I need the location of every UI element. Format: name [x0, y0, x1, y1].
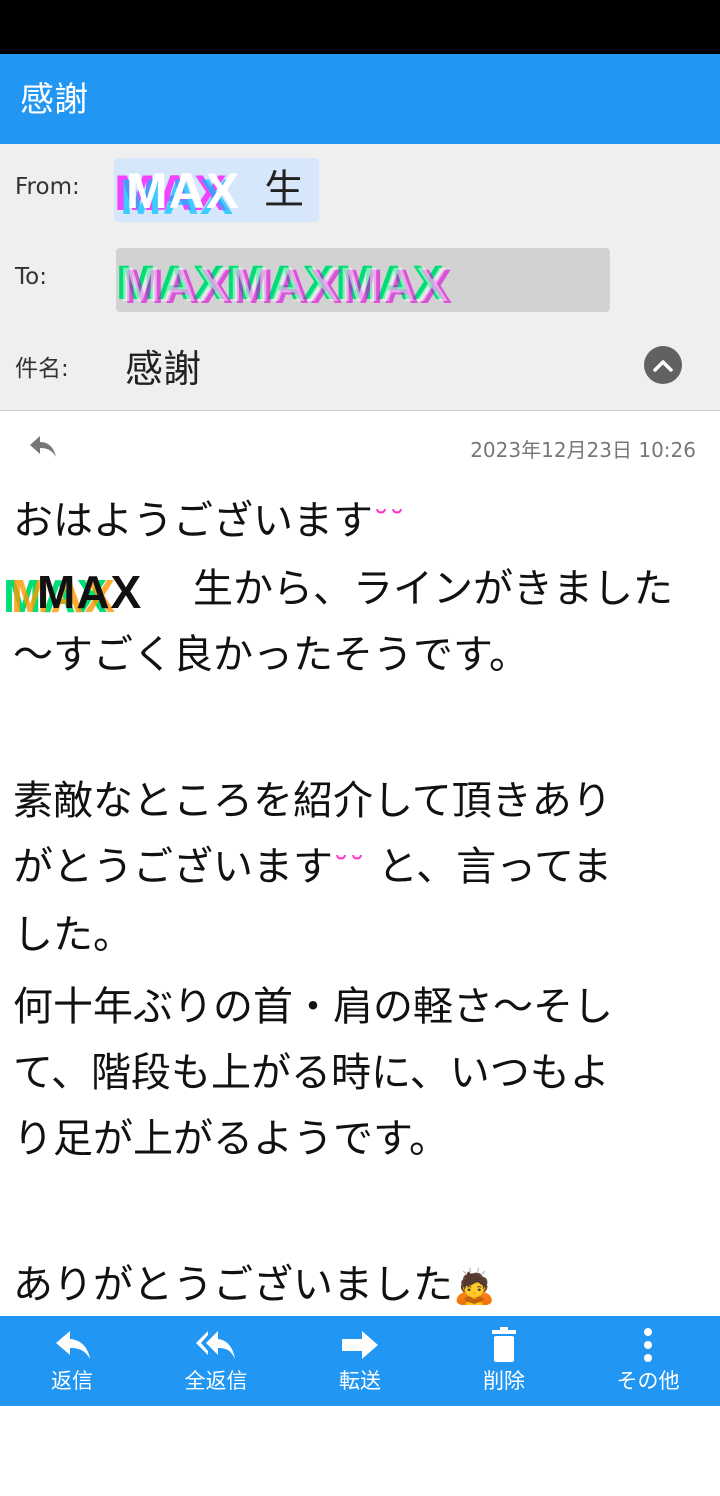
message-body: おはようございます˘˘ MAX MAX MAX 生から、ラインがきました 〜すごく良か… [3, 488, 713, 1320]
page-title: 感謝 [20, 80, 88, 120]
trash-icon [492, 1327, 516, 1362]
bowing-emoji-icon: 🙇 [453, 1267, 496, 1307]
body-line: おはようございます [13, 498, 373, 544]
bottom-action-bar: 返信 全返信 転送 削除 その他 [0, 1316, 720, 1406]
reply-all-label: 全返信 [184, 1369, 248, 1393]
body-line: 生から、ラインがきました [193, 566, 673, 612]
delete-button[interactable]: 削除 [432, 1316, 576, 1406]
from-value: 生 [264, 167, 304, 213]
forward-arrow-icon [342, 1331, 378, 1359]
body-line: り足が上がるようです。 [13, 1116, 449, 1162]
reply-icon [56, 1331, 90, 1359]
body-line: ありがとうございました [13, 1262, 453, 1308]
smile-emoji-icon: ˘˘ [373, 504, 405, 542]
more-button[interactable]: その他 [576, 1316, 720, 1406]
smile-emoji-icon: ˘˘ [333, 850, 365, 888]
name-redaction: MAX MAX MAX [3, 563, 193, 622]
chevron-up-icon [653, 360, 673, 372]
body-line: した。 [13, 912, 133, 958]
message-header: From: 生 MAX MAX MAX To: MAXMAXMAX MAXMAX… [0, 144, 720, 411]
more-label: その他 [616, 1369, 680, 1393]
forward-label: 転送 [339, 1369, 381, 1393]
collapse-header-button[interactable] [644, 346, 682, 384]
body-line: 素敵なところを紹介して頂きあり [13, 778, 612, 824]
reply-all-button[interactable]: 全返信 [144, 1316, 288, 1406]
reply-label: 返信 [51, 1369, 93, 1393]
body-line: と、言ってま [365, 844, 613, 890]
from-address-chip[interactable]: 生 MAX MAX MAX [114, 158, 319, 222]
delete-label: 削除 [483, 1369, 525, 1393]
status-bar [0, 0, 720, 54]
redaction-mark: MAX [126, 163, 241, 219]
body-line: 何十年ぶりの首・肩の軽さ〜そし [13, 984, 613, 1030]
reply-arrow-icon[interactable] [26, 430, 58, 462]
to-address-chip[interactable]: MAXMAXMAX MAXMAXMAX MAXMAXMAX [116, 248, 610, 312]
subject-value: 感謝 [125, 347, 202, 391]
redaction-mark: MAXMAXMAX [120, 259, 449, 312]
forward-button[interactable]: 転送 [288, 1316, 432, 1406]
reply-button[interactable]: 返信 [0, 1316, 144, 1406]
body-line: 〜すごく良かったそうです。 [13, 632, 529, 678]
subject-label: 件名: [15, 356, 69, 382]
body-line: て、階段も上がる時に、いつもよ [13, 1050, 610, 1096]
more-vert-icon [644, 1328, 652, 1362]
body-line: がとうございます [13, 844, 333, 890]
to-label: To: [15, 264, 47, 290]
reply-all-icon [196, 1331, 235, 1359]
app-bar: 感謝 [0, 54, 720, 144]
redaction-mark: MAX [37, 566, 143, 618]
from-label: From: [15, 174, 80, 200]
message-date: 2023年12月23日 10:26 [470, 438, 696, 462]
